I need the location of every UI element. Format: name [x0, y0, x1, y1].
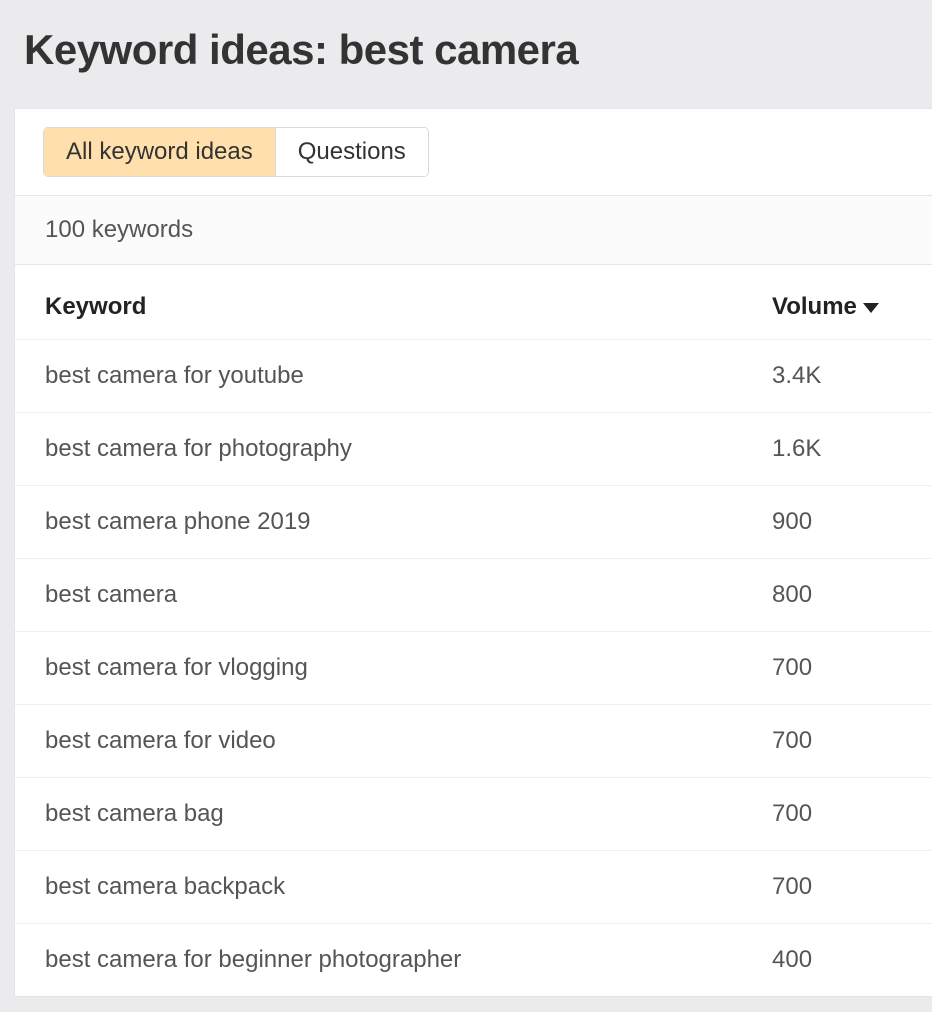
keywords-table: Keyword Volume best camera for youtube3.…	[15, 265, 932, 996]
sort-descending-icon	[863, 303, 879, 313]
keyword-cell: best camera for video	[45, 727, 772, 755]
volume-cell: 700	[772, 654, 902, 682]
tab-questions[interactable]: Questions	[275, 128, 428, 176]
column-header-volume-label: Volume	[772, 293, 857, 321]
keyword-cell: best camera for photography	[45, 435, 772, 463]
volume-cell: 700	[772, 800, 902, 828]
table-row[interactable]: best camera for beginner photographer400	[15, 924, 932, 996]
volume-cell: 400	[772, 946, 902, 974]
page-title: Keyword ideas: best camera	[0, 0, 932, 108]
volume-cell: 800	[772, 581, 902, 609]
table-row[interactable]: best camera bag700	[15, 778, 932, 851]
keyword-cell: best camera for vlogging	[45, 654, 772, 682]
volume-cell: 1.6K	[772, 435, 902, 463]
table-row[interactable]: best camera backpack700	[15, 851, 932, 924]
volume-cell: 3.4K	[772, 362, 902, 390]
tab-all-keyword-ideas[interactable]: All keyword ideas	[44, 128, 275, 176]
keyword-count: 100 keywords	[15, 196, 932, 265]
table-row[interactable]: best camera for photography1.6K	[15, 413, 932, 486]
volume-cell: 700	[772, 727, 902, 755]
volume-cell: 900	[772, 508, 902, 536]
tabs-row: All keyword ideas Questions	[15, 109, 932, 196]
keyword-cell: best camera backpack	[45, 873, 772, 901]
keyword-cell: best camera phone 2019	[45, 508, 772, 536]
column-header-keyword[interactable]: Keyword	[45, 293, 772, 321]
keyword-cell: best camera for youtube	[45, 362, 772, 390]
results-panel: All keyword ideas Questions 100 keywords…	[14, 108, 932, 997]
table-row[interactable]: best camera for video700	[15, 705, 932, 778]
table-row[interactable]: best camera for youtube3.4K	[15, 340, 932, 413]
keyword-cell: best camera bag	[45, 800, 772, 828]
volume-cell: 700	[772, 873, 902, 901]
column-header-volume[interactable]: Volume	[772, 293, 902, 321]
table-header: Keyword Volume	[15, 265, 932, 340]
keyword-cell: best camera	[45, 581, 772, 609]
keyword-cell: best camera for beginner photographer	[45, 946, 772, 974]
table-row[interactable]: best camera for vlogging700	[15, 632, 932, 705]
table-body: best camera for youtube3.4Kbest camera f…	[15, 340, 932, 996]
table-row[interactable]: best camera phone 2019900	[15, 486, 932, 559]
table-row[interactable]: best camera800	[15, 559, 932, 632]
tab-group: All keyword ideas Questions	[43, 127, 429, 177]
